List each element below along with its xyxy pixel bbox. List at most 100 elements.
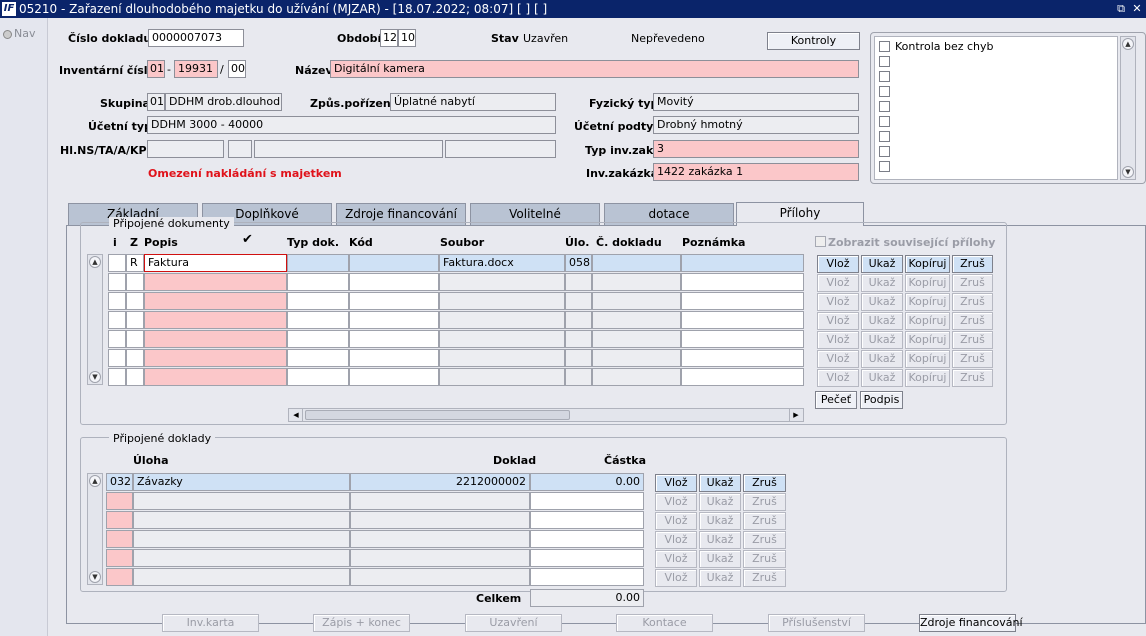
dok-row3-zrus-button[interactable]: Zruš xyxy=(743,512,786,530)
doc-row2-z[interactable] xyxy=(126,273,144,291)
dok-row3-ukaz-button[interactable]: Ukaž xyxy=(699,512,741,530)
doc-row4-popis[interactable] xyxy=(144,311,287,329)
doc-row7-vloz-button[interactable]: Vlož xyxy=(817,369,859,387)
doklady-scrollbar[interactable]: ▲ ▼ xyxy=(87,473,103,585)
doc-row6-typ[interactable] xyxy=(287,349,349,367)
hlns-field-1[interactable] xyxy=(147,140,224,158)
scroll-right-icon[interactable]: ▶ xyxy=(789,409,802,421)
doc-row3-i[interactable] xyxy=(108,292,126,310)
dok-row3-uloha[interactable] xyxy=(133,511,350,529)
podpis-button[interactable]: Podpis xyxy=(860,391,903,409)
doc-row6-zrus-button[interactable]: Zruš xyxy=(952,350,993,368)
doc-row5-i[interactable] xyxy=(108,330,126,348)
doc-row5-kod[interactable] xyxy=(349,330,439,348)
inv-karta-button[interactable]: Inv.karta xyxy=(162,614,259,632)
ucetni-podtyp-field[interactable]: Drobný hmotný xyxy=(653,116,859,134)
doc-row2-ukaz-button[interactable]: Ukaž xyxy=(861,274,903,292)
doc-row5-poznamka[interactable] xyxy=(681,330,804,348)
scroll-up-icon[interactable]: ▲ xyxy=(89,256,101,268)
obdobi-month-field[interactable]: 12 xyxy=(380,29,398,47)
col-header-check-icon[interactable]: ✔ xyxy=(242,232,253,247)
nav-radio[interactable] xyxy=(3,30,12,39)
doc-row4-i[interactable] xyxy=(108,311,126,329)
doc-row7-soubor[interactable] xyxy=(439,368,565,386)
inv-cislo-part3[interactable]: 00 xyxy=(228,60,246,78)
doc-row4-kopiruj-button[interactable]: Kopíruj xyxy=(905,312,950,330)
dok-row3-vloz-button[interactable]: Vlož xyxy=(655,512,697,530)
doc-row3-soubor[interactable] xyxy=(439,292,565,310)
kontrola-checkbox-3[interactable] xyxy=(879,71,890,82)
dok-row5-uloha[interactable] xyxy=(133,549,350,567)
doc-row5-soubor[interactable] xyxy=(439,330,565,348)
dok-row3-doklad[interactable] xyxy=(350,511,530,529)
doc-row2-kod[interactable] xyxy=(349,273,439,291)
hlns-field-2[interactable] xyxy=(228,140,252,158)
doc-row1-ukaz-button[interactable]: Ukaž xyxy=(861,255,903,273)
hlns-field-4[interactable] xyxy=(445,140,556,158)
doc-row3-ukaz-button[interactable]: Ukaž xyxy=(861,293,903,311)
kontrola-checkbox-8[interactable] xyxy=(879,146,890,157)
kontrola-checkbox-5[interactable] xyxy=(879,101,890,112)
doc-row6-popis[interactable] xyxy=(144,349,287,367)
doc-row7-popis[interactable] xyxy=(144,368,287,386)
doc-row4-ulo[interactable] xyxy=(565,311,592,329)
cislo-dokladu-field[interactable]: 0000007073 xyxy=(148,29,244,47)
dok-row4-vloz-button[interactable]: Vlož xyxy=(655,531,697,549)
dok-row4-zrus-button[interactable]: Zruš xyxy=(743,531,786,549)
doc-row7-i[interactable] xyxy=(108,368,126,386)
dokumenty-scrollbar[interactable]: ▲ ▼ xyxy=(87,254,103,385)
scroll-down-icon[interactable]: ▼ xyxy=(89,571,101,583)
doc-row1-popis[interactable]: Faktura xyxy=(144,254,287,272)
doc-row1-i[interactable] xyxy=(108,254,126,272)
doc-row3-ulo[interactable] xyxy=(565,292,592,310)
doc-row4-zrus-button[interactable]: Zruš xyxy=(952,312,993,330)
doc-row6-kod[interactable] xyxy=(349,349,439,367)
doc-row6-vloz-button[interactable]: Vlož xyxy=(817,350,859,368)
dok-row1-doklad[interactable]: 2212000002 xyxy=(350,473,530,491)
obdobi-year-field[interactable]: 10 xyxy=(398,29,416,47)
doc-row3-poznamka[interactable] xyxy=(681,292,804,310)
dok-row1-castka[interactable]: 0.00 xyxy=(530,473,644,491)
doc-row1-soubor[interactable]: Faktura.docx xyxy=(439,254,565,272)
dok-row3-code[interactable] xyxy=(106,511,133,529)
doc-row1-vloz-button[interactable]: Vlož xyxy=(817,255,859,273)
prislusenstvi-button[interactable]: Příslušenství xyxy=(768,614,865,632)
doc-row1-ulo[interactable]: 058 xyxy=(565,254,592,272)
dok-row1-code[interactable]: 032 xyxy=(106,473,133,491)
doc-row5-ulo[interactable] xyxy=(565,330,592,348)
doc-row1-z[interactable]: R xyxy=(126,254,144,272)
doc-row5-popis[interactable] xyxy=(144,330,287,348)
inv-cislo-part1[interactable]: 01 xyxy=(147,60,165,78)
nazev-field[interactable]: Digitální kamera xyxy=(330,60,859,78)
doc-row2-c-dokladu[interactable] xyxy=(592,273,681,291)
kontace-button[interactable]: Kontace xyxy=(616,614,713,632)
uzavreni-button[interactable]: Uzavření xyxy=(465,614,562,632)
dok-row6-uloha[interactable] xyxy=(133,568,350,586)
dok-row5-zrus-button[interactable]: Zruš xyxy=(743,550,786,568)
doc-row4-z[interactable] xyxy=(126,311,144,329)
doc-row5-zrus-button[interactable]: Zruš xyxy=(952,331,993,349)
dok-row2-doklad[interactable] xyxy=(350,492,530,510)
doc-row7-ulo[interactable] xyxy=(565,368,592,386)
dok-row6-ukaz-button[interactable]: Ukaž xyxy=(699,569,741,587)
dok-row2-zrus-button[interactable]: Zruš xyxy=(743,493,786,511)
dok-row6-zrus-button[interactable]: Zruš xyxy=(743,569,786,587)
zdroje-financovani-button[interactable]: Zdroje financování xyxy=(919,614,1023,632)
scroll-up-icon[interactable]: ▲ xyxy=(89,475,101,487)
scroll-down-icon[interactable]: ▼ xyxy=(1122,166,1134,178)
scroll-down-icon[interactable]: ▼ xyxy=(89,371,101,383)
kontrola-checkbox-9[interactable] xyxy=(879,161,890,172)
doc-row2-kopiruj-button[interactable]: Kopíruj xyxy=(905,274,950,292)
inv-zakazka-field[interactable]: 1422 zakázka 1 xyxy=(653,163,859,181)
doc-row7-ukaz-button[interactable]: Ukaž xyxy=(861,369,903,387)
dok-row6-code[interactable] xyxy=(106,568,133,586)
typ-inv-field[interactable]: 3 xyxy=(653,140,859,158)
doc-row3-zrus-button[interactable]: Zruš xyxy=(952,293,993,311)
doc-row6-ulo[interactable] xyxy=(565,349,592,367)
doc-row2-zrus-button[interactable]: Zruš xyxy=(952,274,993,292)
kontroly-button[interactable]: Kontroly xyxy=(767,32,860,50)
doc-row6-kopiruj-button[interactable]: Kopíruj xyxy=(905,350,950,368)
doc-row2-i[interactable] xyxy=(108,273,126,291)
doc-row1-typ[interactable] xyxy=(287,254,349,272)
doc-row2-typ[interactable] xyxy=(287,273,349,291)
